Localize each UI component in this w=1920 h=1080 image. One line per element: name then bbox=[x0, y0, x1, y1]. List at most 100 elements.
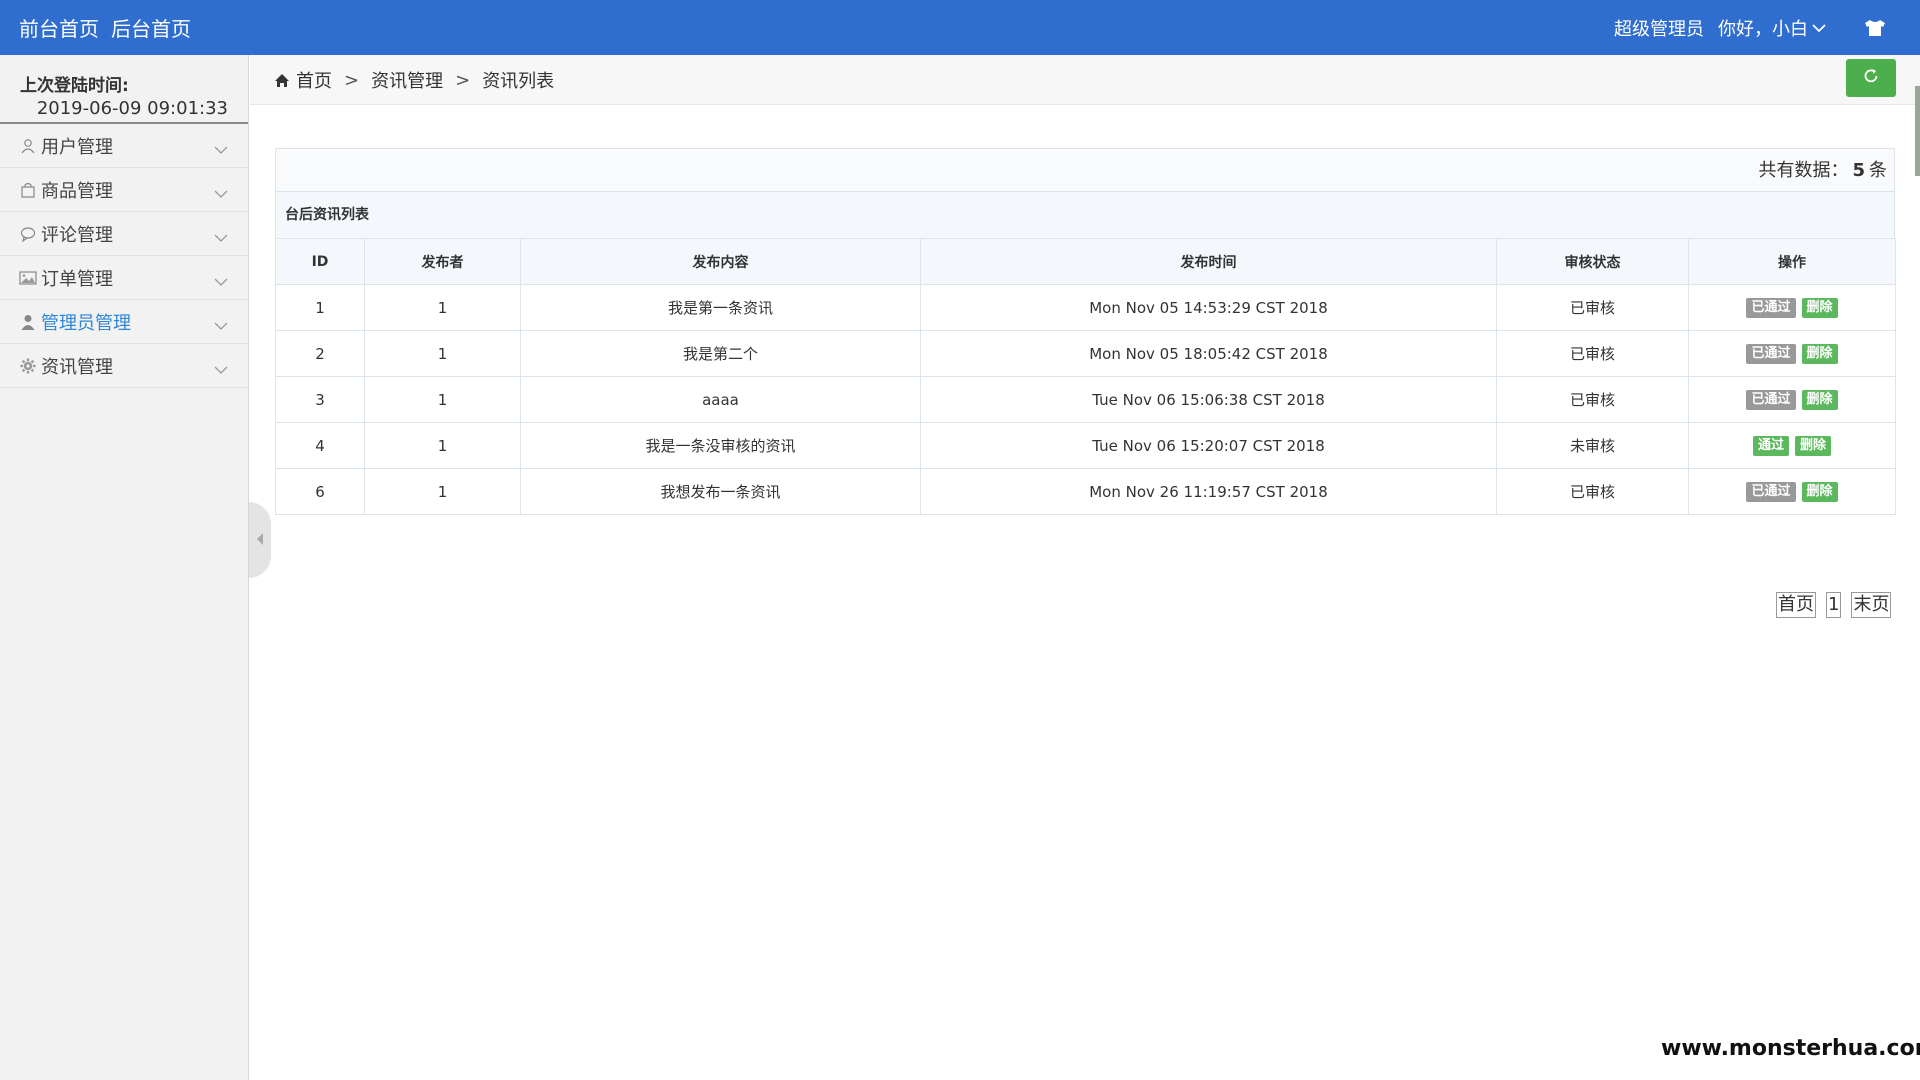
column-header-actions: 操作 bbox=[1688, 238, 1896, 285]
sidebar-item-label: 商品管理 bbox=[41, 180, 113, 202]
last-login-label: 上次登陆时间: bbox=[20, 76, 129, 96]
delete-button[interactable]: 删除 bbox=[1801, 344, 1838, 364]
table-row: 6 1 我想发布一条资讯 Mon Nov 26 11:19:57 CST 201… bbox=[275, 468, 1896, 515]
approve-button[interactable]: 通过 bbox=[1752, 436, 1789, 456]
chevron-down-icon bbox=[1812, 17, 1826, 38]
nav-link-front-home[interactable]: 前台首页 bbox=[19, 13, 99, 42]
cell-id: 1 bbox=[275, 284, 365, 331]
chevron-down-icon bbox=[214, 315, 228, 336]
cell-time: Mon Nov 26 11:19:57 CST 2018 bbox=[920, 468, 1497, 515]
cell-status: 已审核 bbox=[1496, 376, 1689, 423]
sidebar-item-users[interactable]: 用户管理 bbox=[0, 124, 248, 168]
approved-button[interactable]: 已通过 bbox=[1746, 390, 1796, 410]
nav-user-area: 超级管理员 你好，小白 bbox=[1614, 0, 1886, 55]
cell-actions: 已通过 删除 bbox=[1688, 468, 1896, 515]
chevron-down-icon bbox=[214, 271, 228, 292]
user-greeting: 你好，小白 bbox=[1718, 18, 1808, 40]
column-header-time: 发布时间 bbox=[920, 238, 1497, 285]
breadcrumb-home[interactable]: 首页 bbox=[296, 67, 332, 93]
table-row: 4 1 我是一条没审核的资讯 Tue Nov 06 15:20:07 CST 2… bbox=[275, 422, 1896, 469]
pager-first[interactable]: 首页 bbox=[1776, 592, 1816, 618]
approved-button[interactable]: 已通过 bbox=[1746, 344, 1796, 364]
column-header-content: 发布内容 bbox=[520, 238, 921, 285]
user-menu[interactable]: 你好，小白 bbox=[1718, 15, 1826, 41]
comment-icon bbox=[19, 225, 37, 243]
cell-actions: 已通过 删除 bbox=[1688, 284, 1896, 331]
sidebar-collapse-toggle[interactable] bbox=[249, 502, 271, 578]
top-navbar: 前台首页 后台首页 超级管理员 你好，小白 bbox=[0, 0, 1920, 55]
cell-status: 已审核 bbox=[1496, 284, 1689, 331]
total-count: 5 bbox=[1852, 160, 1865, 181]
breadcrumb-separator: > bbox=[455, 69, 471, 91]
table-title: 台后资讯列表 bbox=[275, 191, 1895, 238]
cell-content: 我是第二个 bbox=[520, 330, 921, 377]
shirt-icon[interactable] bbox=[1864, 19, 1886, 37]
bag-icon bbox=[19, 181, 37, 199]
cell-content: 我想发布一条资讯 bbox=[520, 468, 921, 515]
sidebar-item-label: 管理员管理 bbox=[41, 312, 131, 334]
nav-links: 前台首页 后台首页 bbox=[19, 0, 191, 55]
sidebar: 上次登陆时间: 2019-06-09 09:01:33 用户管理 商品管理 评论… bbox=[0, 55, 249, 1080]
cell-time: Tue Nov 06 15:20:07 CST 2018 bbox=[920, 422, 1497, 469]
breadcrumb: 首页 > 资讯管理 > 资讯列表 bbox=[274, 55, 554, 105]
cell-publisher: 1 bbox=[364, 376, 521, 423]
cell-content: aaaa bbox=[520, 376, 921, 423]
caret-left-icon bbox=[256, 531, 264, 550]
gear-icon bbox=[19, 357, 37, 375]
delete-button[interactable]: 删除 bbox=[1801, 482, 1838, 502]
cell-status: 未审核 bbox=[1496, 422, 1689, 469]
chevron-down-icon bbox=[214, 139, 228, 160]
cell-time: Mon Nov 05 18:05:42 CST 2018 bbox=[920, 330, 1497, 377]
table-row: 1 1 我是第一条资讯 Mon Nov 05 14:53:29 CST 2018… bbox=[275, 284, 1896, 331]
last-login-info: 上次登陆时间: 2019-06-09 09:01:33 bbox=[0, 55, 248, 124]
cell-publisher: 1 bbox=[364, 284, 521, 331]
cell-id: 4 bbox=[275, 422, 365, 469]
cell-actions: 通过 删除 bbox=[1688, 422, 1896, 469]
picture-icon bbox=[19, 269, 37, 287]
table-row: 3 1 aaaa Tue Nov 06 15:06:38 CST 2018 已审… bbox=[275, 376, 1896, 423]
pager-page[interactable]: 1 bbox=[1826, 592, 1842, 618]
pagination: 首页 1 末页 bbox=[1776, 592, 1892, 618]
approved-button[interactable]: 已通过 bbox=[1746, 298, 1796, 318]
sidebar-item-label: 评论管理 bbox=[41, 224, 113, 246]
sidebar-item-comments[interactable]: 评论管理 bbox=[0, 212, 248, 256]
cell-time: Tue Nov 06 15:06:38 CST 2018 bbox=[920, 376, 1497, 423]
sidebar-item-label: 资讯管理 bbox=[41, 356, 113, 378]
nav-link-admin-home[interactable]: 后台首页 bbox=[111, 13, 191, 42]
refresh-icon bbox=[1862, 67, 1880, 89]
news-list-panel: 共有数据： 5 条 台后资讯列表 ID 发布者 发布内容 发布时间 审核状态 操作 … bbox=[275, 148, 1896, 515]
user-role: 超级管理员 bbox=[1614, 18, 1704, 40]
cell-content: 我是一条没审核的资讯 bbox=[520, 422, 921, 469]
home-icon bbox=[274, 73, 290, 88]
news-table: ID 发布者 发布内容 发布时间 审核状态 操作 1 1 我是第一条资讯 Mon… bbox=[275, 238, 1896, 515]
column-header-publisher: 发布者 bbox=[364, 238, 521, 285]
breadcrumb-news-management[interactable]: 资讯管理 bbox=[371, 67, 443, 93]
total-prefix: 共有数据： bbox=[1758, 160, 1849, 181]
cell-id: 2 bbox=[275, 330, 365, 377]
sidebar-item-admins[interactable]: 管理员管理 bbox=[0, 300, 248, 344]
breadcrumb-separator: > bbox=[344, 69, 360, 91]
column-header-status: 审核状态 bbox=[1496, 238, 1689, 285]
cell-publisher: 1 bbox=[364, 422, 521, 469]
cell-id: 6 bbox=[275, 468, 365, 515]
column-header-id: ID bbox=[275, 238, 365, 285]
delete-button[interactable]: 删除 bbox=[1795, 436, 1832, 456]
table-header-row: ID 发布者 发布内容 发布时间 审核状态 操作 bbox=[275, 238, 1896, 285]
total-count-bar: 共有数据： 5 条 bbox=[275, 148, 1895, 191]
refresh-button[interactable] bbox=[1846, 59, 1896, 97]
breadcrumb-news-list: 资讯列表 bbox=[482, 71, 555, 92]
watermark: www.monsterhua.com bbox=[1661, 1036, 1920, 1061]
sidebar-item-news[interactable]: 资讯管理 bbox=[0, 344, 248, 388]
chevron-down-icon bbox=[214, 183, 228, 204]
sidebar-item-orders[interactable]: 订单管理 bbox=[0, 256, 248, 300]
cell-id: 3 bbox=[275, 376, 365, 423]
cell-status: 已审核 bbox=[1496, 330, 1689, 377]
sidebar-item-products[interactable]: 商品管理 bbox=[0, 168, 248, 212]
chevron-down-icon bbox=[214, 227, 228, 248]
cell-status: 已审核 bbox=[1496, 468, 1689, 515]
delete-button[interactable]: 删除 bbox=[1801, 298, 1838, 318]
sidebar-item-label: 用户管理 bbox=[41, 136, 113, 158]
approved-button[interactable]: 已通过 bbox=[1746, 482, 1796, 502]
pager-last[interactable]: 末页 bbox=[1851, 592, 1892, 618]
delete-button[interactable]: 删除 bbox=[1801, 390, 1838, 410]
